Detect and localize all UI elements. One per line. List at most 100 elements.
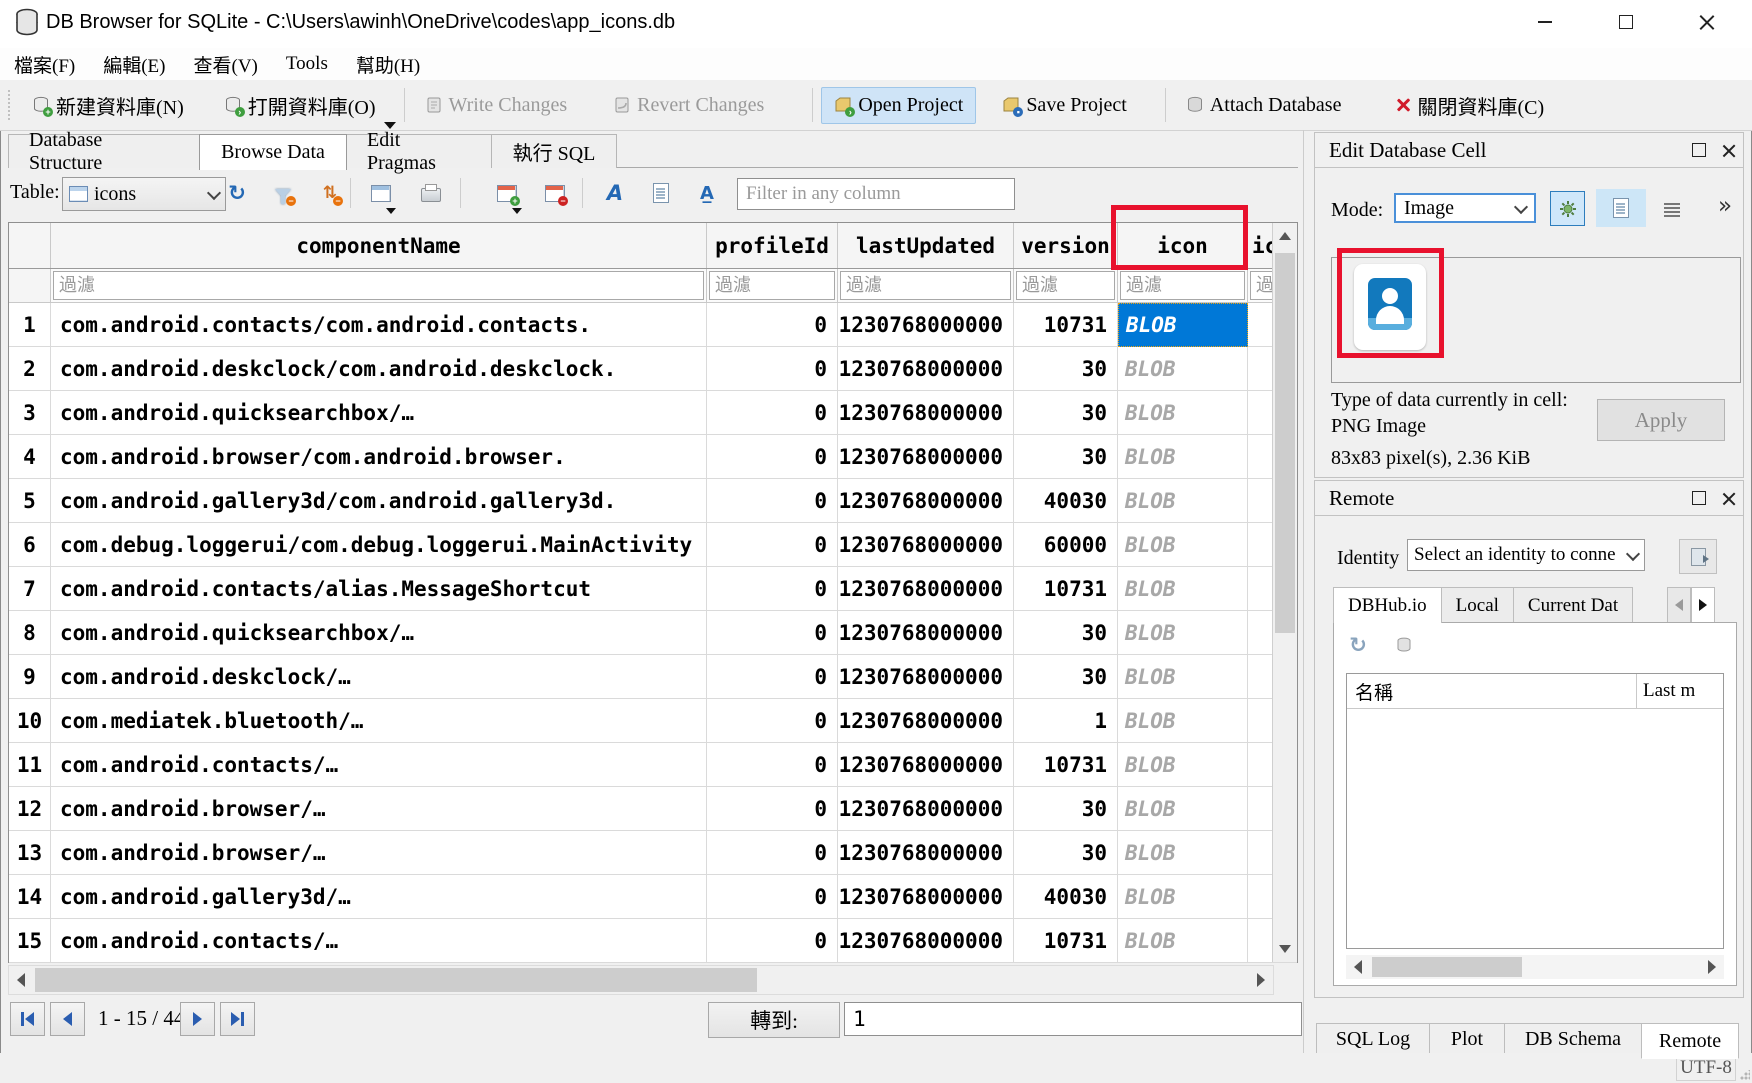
edit-display-format-button[interactable]: A (600, 178, 630, 208)
cell-icon-blob[interactable]: BLOB (1118, 787, 1248, 831)
cell-profile-id[interactable]: 0 (707, 831, 838, 875)
cell-component-name[interactable]: com.android.browser/… (51, 787, 707, 831)
cell-version[interactable]: 60000 (1014, 523, 1118, 567)
menu-file[interactable]: 檔案(F) (0, 48, 89, 80)
text-view-button[interactable] (1596, 189, 1646, 227)
table-row[interactable]: 10com.mediatek.bluetooth/…01230768000000… (9, 699, 1297, 743)
cell-version[interactable]: 30 (1014, 831, 1118, 875)
cell-last-updated[interactable]: 1230768000000 (838, 831, 1014, 875)
row-number[interactable]: 12 (9, 787, 51, 831)
tab-edit-pragmas[interactable]: Edit Pragmas (346, 134, 492, 168)
new-database-button[interactable]: + 新建資料庫(N) (20, 85, 196, 126)
previous-page-button[interactable] (50, 1002, 85, 1036)
cell-component-name[interactable]: com.android.deskclock/… (51, 655, 707, 699)
table-row[interactable]: 13com.android.browser/…0123076800000030B… (9, 831, 1297, 875)
scroll-down-icon[interactable] (1279, 945, 1291, 953)
cell-version[interactable]: 30 (1014, 787, 1118, 831)
cell-last-updated[interactable]: 1230768000000 (838, 655, 1014, 699)
cell-profile-id[interactable]: 0 (707, 479, 838, 523)
cell-icon-blob[interactable]: BLOB (1118, 523, 1248, 567)
table-row[interactable]: 8com.android.quicksearchbox/…01230768000… (9, 611, 1297, 655)
delete-record-button[interactable]: − (540, 178, 570, 208)
apply-button[interactable]: Apply (1597, 399, 1725, 441)
table-row[interactable]: 14com.android.gallery3d/…012307680000004… (9, 875, 1297, 919)
row-number[interactable]: 5 (9, 479, 51, 523)
scroll-left-icon[interactable] (1354, 960, 1362, 974)
cell-last-updated[interactable]: 1230768000000 (838, 303, 1014, 347)
cell-icon-blob[interactable]: BLOB (1118, 699, 1248, 743)
cell-version[interactable]: 40030 (1014, 479, 1118, 523)
cell-profile-id[interactable]: 0 (707, 523, 838, 567)
table-row[interactable]: 11com.android.contacts/…0123076800000010… (9, 743, 1297, 787)
row-number[interactable]: 6 (9, 523, 51, 567)
tab-scroll-right-button[interactable] (1691, 587, 1715, 623)
write-changes-button[interactable]: Write Changes (413, 88, 580, 123)
dock-tab-db-schema[interactable]: DB Schema (1504, 1023, 1642, 1055)
dock-splitter[interactable] (1303, 130, 1304, 1055)
cell-component-name[interactable]: com.android.browser/com.android.browser. (51, 435, 707, 479)
set-encoding-button[interactable]: A̲ (692, 178, 722, 208)
cell-profile-id[interactable]: 0 (707, 919, 838, 963)
cell-profile-id[interactable]: 0 (707, 743, 838, 787)
cell-profile-id[interactable]: 0 (707, 347, 838, 391)
remote-refresh-button[interactable]: ↻ (1346, 633, 1370, 657)
row-number[interactable]: 3 (9, 391, 51, 435)
vertical-scrollbar[interactable] (1272, 223, 1297, 962)
attach-database-button[interactable]: Attach Database (1174, 88, 1354, 123)
tab-database-structure[interactable]: Database Structure (8, 134, 200, 168)
table-row[interactable]: 12com.android.browser/…0123076800000030B… (9, 787, 1297, 831)
open-database-button[interactable]: › 打開資料庫(O) (212, 85, 388, 126)
first-page-button[interactable] (10, 1002, 45, 1036)
table-row[interactable]: 5com.android.gallery3d/com.android.galle… (9, 479, 1297, 523)
close-database-button[interactable]: 關閉資料庫(C) (1383, 85, 1556, 126)
dock-tab-sql-log[interactable]: SQL Log (1316, 1023, 1430, 1055)
print-button[interactable] (416, 178, 446, 208)
cell-component-name[interactable]: com.debug.loggerui/com.debug.loggerui.Ma… (51, 523, 707, 567)
cell-icon-blob[interactable]: BLOB (1118, 875, 1248, 919)
insert-record-dropdown-arrow[interactable] (512, 208, 522, 214)
cell-last-updated[interactable]: 1230768000000 (838, 919, 1014, 963)
cell-profile-id[interactable]: 0 (707, 655, 838, 699)
close-panel-icon[interactable] (1722, 492, 1735, 505)
row-number[interactable]: 4 (9, 435, 51, 479)
cell-last-updated[interactable]: 1230768000000 (838, 787, 1014, 831)
cell-last-updated[interactable]: 1230768000000 (838, 391, 1014, 435)
menu-tools[interactable]: Tools (272, 48, 342, 80)
cell-component-name[interactable]: com.android.browser/… (51, 831, 707, 875)
toolbar-overflow-button[interactable]: » (1718, 193, 1732, 219)
cell-last-updated[interactable]: 1230768000000 (838, 523, 1014, 567)
save-project-button[interactable]: ▪ Save Project (990, 88, 1139, 123)
menu-view[interactable]: 查看(V) (180, 48, 272, 80)
import-certificate-button[interactable] (1679, 539, 1717, 574)
last-page-button[interactable] (220, 1002, 255, 1036)
cell-icon-blob[interactable]: BLOB (1118, 743, 1248, 787)
clear-filters-button[interactable]: − (268, 178, 298, 208)
cell-profile-id[interactable]: 0 (707, 787, 838, 831)
cell-component-name[interactable]: com.android.gallery3d/com.android.galler… (51, 479, 707, 523)
scroll-left-icon[interactable] (17, 973, 25, 987)
table-row[interactable]: 9com.android.deskclock/…0123076800000030… (9, 655, 1297, 699)
row-number[interactable]: 10 (9, 699, 51, 743)
table-row[interactable]: 1com.android.contacts/com.android.contac… (9, 303, 1297, 347)
tab-scroll-left-button[interactable] (1667, 587, 1691, 623)
menu-edit[interactable]: 編輯(E) (89, 48, 179, 80)
table-select[interactable]: icons (62, 177, 226, 211)
cell-component-name[interactable]: com.android.deskclock/com.android.deskcl… (51, 347, 707, 391)
column-header-lastUpdated[interactable]: lastUpdated (838, 223, 1014, 268)
goto-record-input[interactable] (844, 1002, 1302, 1036)
cell-component-name[interactable]: com.android.contacts/… (51, 919, 707, 963)
scroll-right-icon[interactable] (1257, 973, 1265, 987)
open-project-button[interactable]: › Open Project (821, 87, 976, 124)
open-in-external-button[interactable] (646, 178, 676, 208)
import-export-button[interactable] (1550, 191, 1585, 226)
horizontal-scrollbar[interactable] (8, 965, 1274, 995)
row-number[interactable]: 9 (9, 655, 51, 699)
close-button[interactable] (1675, 0, 1739, 44)
row-number[interactable]: 2 (9, 347, 51, 391)
remote-column-name[interactable]: 名稱 (1347, 674, 1637, 708)
row-number[interactable]: 11 (9, 743, 51, 787)
minimize-button[interactable] (1513, 0, 1577, 44)
cell-version[interactable]: 40030 (1014, 875, 1118, 919)
mode-select[interactable]: Image (1394, 193, 1536, 223)
filter-lastUpdated-input[interactable] (840, 271, 1011, 300)
